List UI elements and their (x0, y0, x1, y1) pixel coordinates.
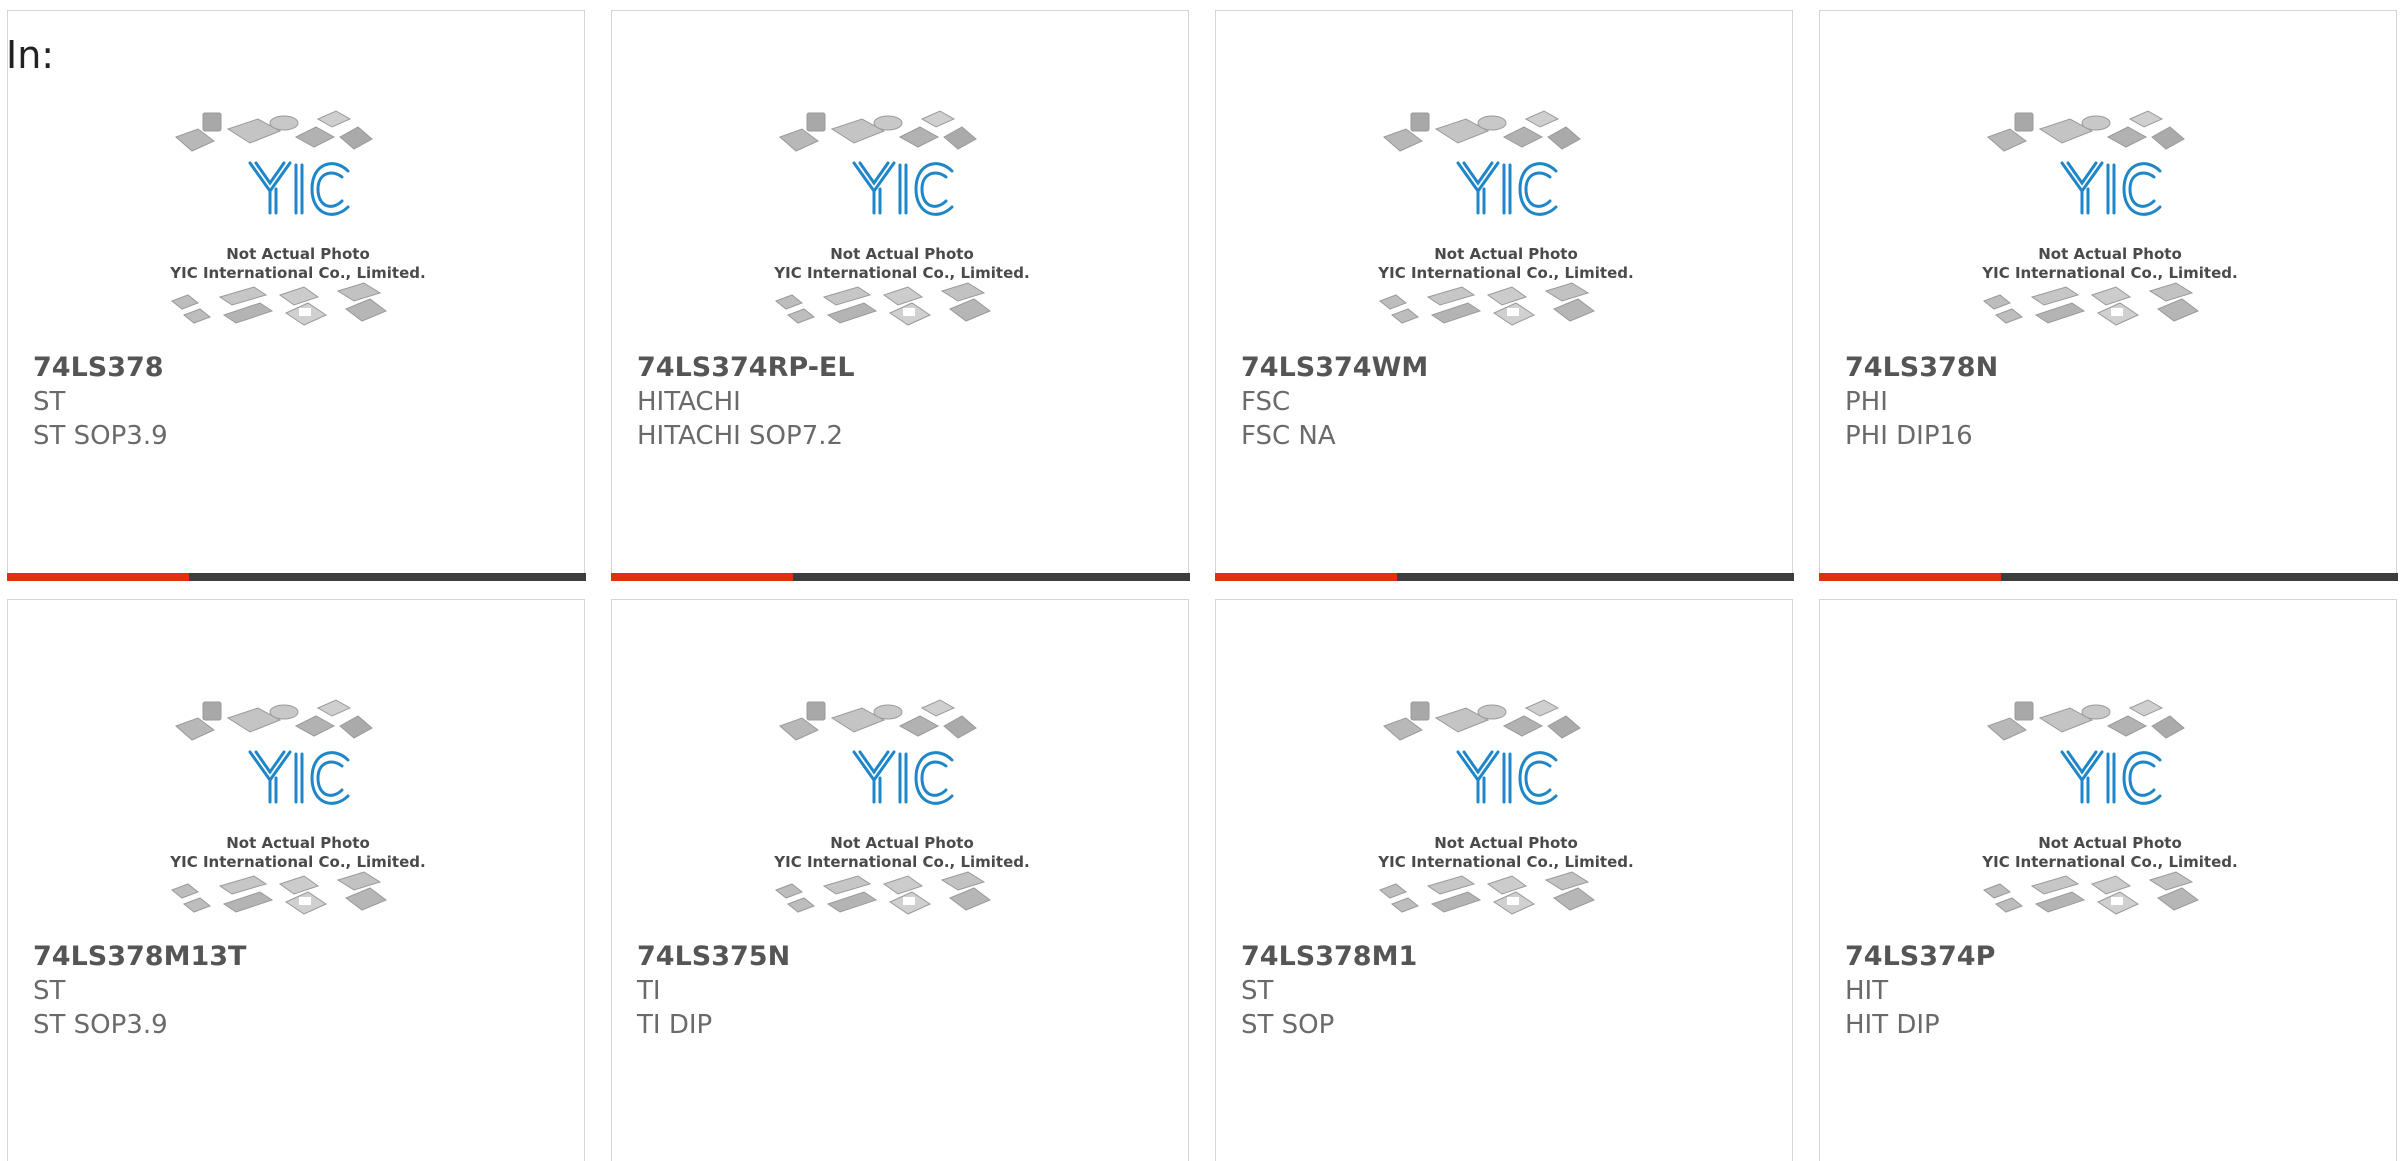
company-caption: YIC International Co., Limited. (170, 853, 426, 871)
package-label: FSC NA (1241, 421, 1336, 451)
product-card-7[interactable]: Not Actual Photo YIC International Co., … (1215, 599, 1793, 1161)
company-caption: YIC International Co., Limited. (774, 853, 1030, 871)
company-caption: YIC International Co., Limited. (1982, 264, 2238, 282)
brand-label: FSC (1241, 387, 1291, 417)
card-bottom-bar-accent (1214, 572, 1397, 581)
chip-placeholder-graphic (171, 699, 387, 915)
card-bottom-bar (610, 572, 1190, 581)
product-placeholder-image[interactable]: Not Actual Photo YIC International Co., … (158, 101, 438, 351)
part-number-link[interactable]: 74LS374WM (1241, 354, 1428, 381)
product-placeholder-image[interactable]: Not Actual Photo YIC International Co., … (158, 690, 438, 940)
product-placeholder-image[interactable]: Not Actual Photo YIC International Co., … (1970, 101, 2250, 351)
brand-label: ST (33, 976, 66, 1006)
package-label: HIT DIP (1845, 1010, 1940, 1040)
package-label: TI DIP (637, 1010, 713, 1040)
brand-label: HITACHI (637, 387, 741, 417)
part-number-link[interactable]: 74LS374P (1845, 943, 1995, 970)
company-caption: YIC International Co., Limited. (774, 264, 1030, 282)
in-label: In: (6, 33, 55, 77)
brand-label: ST (33, 387, 66, 417)
package-label: PHI DIP16 (1845, 421, 1973, 451)
company-caption: YIC International Co., Limited. (1378, 264, 1634, 282)
brand-label: HIT (1845, 976, 1889, 1006)
product-card-5[interactable]: Not Actual Photo YIC International Co., … (7, 599, 585, 1161)
package-label: ST SOP3.9 (33, 1010, 168, 1040)
company-caption: YIC International Co., Limited. (170, 264, 426, 282)
product-placeholder-image[interactable]: Not Actual Photo YIC International Co., … (762, 101, 1042, 351)
chip-placeholder-graphic (775, 699, 991, 915)
not-actual-photo-caption: Not Actual Photo (1434, 834, 1578, 852)
company-caption: YIC International Co., Limited. (1982, 853, 2238, 871)
product-card-2[interactable]: Not Actual Photo YIC International Co., … (610, 10, 1190, 581)
chip-placeholder-graphic (1379, 699, 1595, 915)
card-bottom-bar (6, 572, 586, 581)
product-card-8[interactable]: Not Actual Photo YIC International Co., … (1819, 599, 2397, 1161)
chip-placeholder-graphic (1379, 110, 1595, 326)
part-number-link[interactable]: 74LS378M13T (33, 943, 246, 970)
card-bottom-bar-accent (610, 572, 793, 581)
product-placeholder-image[interactable]: Not Actual Photo YIC International Co., … (1366, 101, 1646, 351)
part-number-link[interactable]: 74LS374RP-EL (637, 354, 855, 381)
product-card-6[interactable]: Not Actual Photo YIC International Co., … (611, 599, 1189, 1161)
not-actual-photo-caption: Not Actual Photo (830, 834, 974, 852)
package-label: ST SOP3.9 (33, 421, 168, 451)
part-number-link[interactable]: 74LS378M1 (1241, 943, 1417, 970)
not-actual-photo-caption: Not Actual Photo (2038, 245, 2182, 263)
not-actual-photo-caption: Not Actual Photo (830, 245, 974, 263)
product-placeholder-image[interactable]: Not Actual Photo YIC International Co., … (762, 690, 1042, 940)
package-label: ST SOP (1241, 1010, 1335, 1040)
brand-label: PHI (1845, 387, 1888, 417)
brand-label: TI (637, 976, 661, 1006)
brand-label: ST (1241, 976, 1274, 1006)
card-bottom-bar (1214, 572, 1794, 581)
card-bottom-bar-accent (6, 572, 189, 581)
product-placeholder-image[interactable]: Not Actual Photo YIC International Co., … (1970, 690, 2250, 940)
chip-placeholder-graphic (171, 110, 387, 326)
part-number-link[interactable]: 74LS375N (637, 943, 790, 970)
card-bottom-bar-accent (1818, 572, 2001, 581)
company-caption: YIC International Co., Limited. (1378, 853, 1634, 871)
chip-placeholder-graphic (1983, 110, 2199, 326)
part-number-link[interactable]: 74LS378N (1845, 354, 1998, 381)
product-card-3[interactable]: Not Actual Photo YIC International Co., … (1214, 10, 1794, 581)
package-label: HITACHI SOP7.2 (637, 421, 844, 451)
part-number-link[interactable]: 74LS378 (33, 354, 164, 381)
product-card-1[interactable]: Not Actual Photo YIC International Co., … (6, 10, 586, 581)
not-actual-photo-caption: Not Actual Photo (226, 245, 370, 263)
chip-placeholder-graphic (1983, 699, 2199, 915)
chip-placeholder-graphic (775, 110, 991, 326)
product-card-4[interactable]: Not Actual Photo YIC International Co., … (1818, 10, 2398, 581)
product-grid-page: In: Not Actual Photo YIC International C… (0, 0, 2400, 1161)
not-actual-photo-caption: Not Actual Photo (2038, 834, 2182, 852)
not-actual-photo-caption: Not Actual Photo (1434, 245, 1578, 263)
not-actual-photo-caption: Not Actual Photo (226, 834, 370, 852)
card-bottom-bar (1818, 572, 2398, 581)
product-placeholder-image[interactable]: Not Actual Photo YIC International Co., … (1366, 690, 1646, 940)
